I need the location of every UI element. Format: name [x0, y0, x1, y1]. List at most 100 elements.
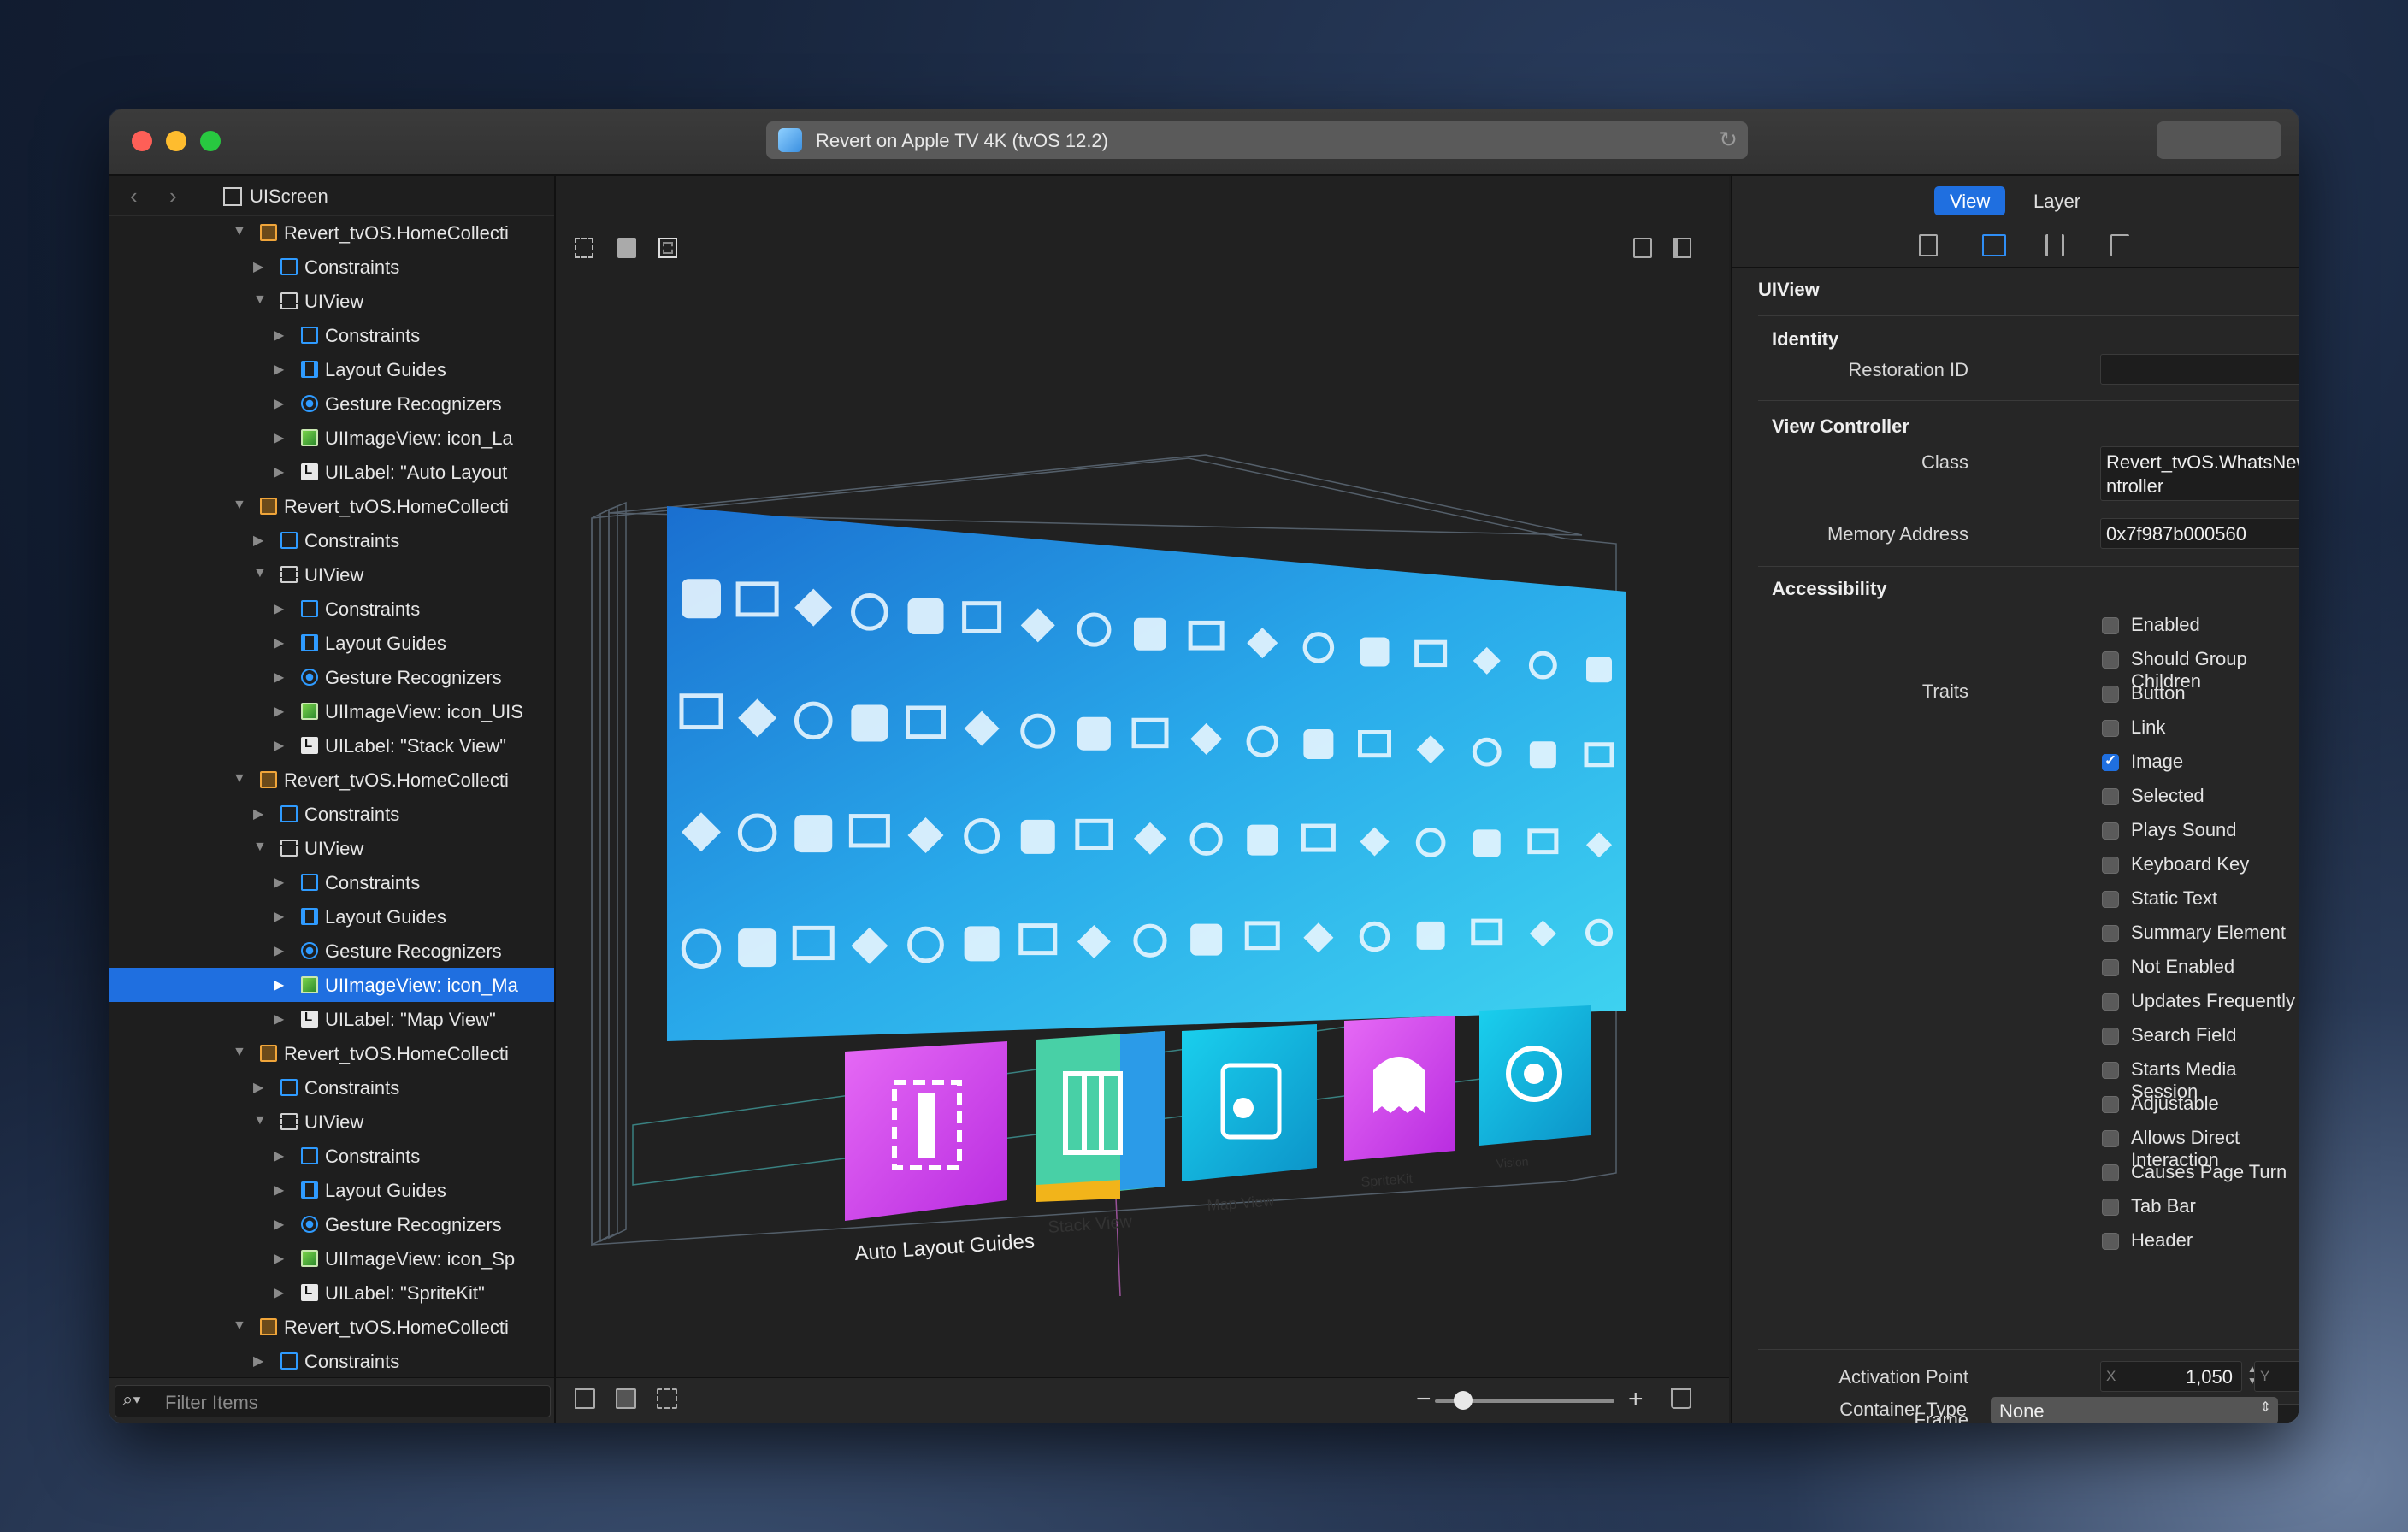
tree-row[interactable]: ▶ UILabel: "SpriteKit": [109, 1276, 554, 1310]
layout-inspector-icon[interactable]: [1982, 234, 2006, 256]
disclosure-collapsed-icon[interactable]: ▶: [274, 361, 284, 378]
export-icon[interactable]: [1671, 1388, 1691, 1409]
tree-row[interactable]: ▶ Gesture Recognizers: [109, 934, 554, 968]
trait-checkbox[interactable]: [2102, 891, 2119, 908]
trait-label[interactable]: Image: [2131, 751, 2183, 773]
tree-row[interactable]: ▼ UIView: [109, 831, 554, 865]
disclosure-expanded-icon[interactable]: ▼: [253, 566, 267, 581]
disclosure-collapsed-icon[interactable]: ▶: [274, 1181, 284, 1199]
fit-icon[interactable]: [575, 1388, 595, 1409]
class-field[interactable]: Revert_tvOS.WhatsNewViewC ontroller: [2100, 446, 2299, 501]
trait-checkbox[interactable]: [2102, 1233, 2119, 1250]
disclosure-collapsed-icon[interactable]: ▶: [253, 532, 263, 549]
target-selector[interactable]: Revert on Apple TV 4K (tvOS 12.2) ↻: [766, 121, 1748, 159]
clip-icon[interactable]: [657, 1388, 677, 1409]
disclosure-collapsed-icon[interactable]: ▶: [274, 1250, 284, 1267]
tree-row[interactable]: ▶ Constraints: [109, 797, 554, 831]
trait-label[interactable]: Tab Bar: [2131, 1195, 2196, 1217]
restoration-id-field[interactable]: [2100, 354, 2299, 385]
view-layers-scene[interactable]: Auto Layout Guides Stack View Map View S…: [556, 176, 1729, 1423]
trait-checkbox[interactable]: [2102, 1096, 2119, 1113]
disclosure-collapsed-icon[interactable]: ▶: [274, 908, 284, 925]
trait-checkbox[interactable]: [2102, 1164, 2119, 1181]
attributes-inspector-icon[interactable]: [2045, 234, 2064, 256]
trait-checkbox[interactable]: [2102, 720, 2119, 737]
tree-row[interactable]: ▶ Constraints: [109, 1070, 554, 1105]
tree-row[interactable]: ▶ Constraints: [109, 318, 554, 352]
disclosure-expanded-icon[interactable]: ▼: [233, 224, 246, 239]
disclosure-collapsed-icon[interactable]: ▶: [274, 600, 284, 617]
close-button[interactable]: [132, 131, 152, 151]
tree-row[interactable]: ▶ Constraints: [109, 523, 554, 557]
tree-row[interactable]: ▶ UIImageView: icon_La: [109, 421, 554, 455]
tree-row[interactable]: ▶ UIImageView: icon_UIS: [109, 694, 554, 728]
trait-checkbox[interactable]: [2102, 651, 2119, 669]
disclosure-expanded-icon[interactable]: ▼: [233, 1318, 246, 1334]
tree-row[interactable]: ▶ Constraints: [109, 865, 554, 899]
tree-row[interactable]: ▼ UIView: [109, 1105, 554, 1139]
disclosure-expanded-icon[interactable]: ▼: [253, 1113, 267, 1128]
tree-row[interactable]: ▼ Revert_tvOS.HomeCollecti: [109, 1310, 554, 1344]
disclosure-collapsed-icon[interactable]: ▶: [274, 1216, 284, 1233]
trait-label[interactable]: Button: [2131, 682, 2186, 704]
zoom-in-icon[interactable]: +: [1628, 1385, 1644, 1414]
disclosure-collapsed-icon[interactable]: ▶: [274, 1147, 284, 1164]
tree-row[interactable]: ▶ Gesture Recognizers: [109, 386, 554, 421]
trait-label[interactable]: Adjustable: [2131, 1093, 2219, 1115]
disclosure-collapsed-icon[interactable]: ▶: [253, 1352, 263, 1370]
tree-row[interactable]: ▼ UIView: [109, 284, 554, 318]
trait-label[interactable]: Not Enabled: [2131, 956, 2234, 978]
disclosure-collapsed-icon[interactable]: ▶: [274, 634, 284, 651]
disclosure-collapsed-icon[interactable]: ▶: [253, 258, 263, 275]
trait-label[interactable]: Selected: [2131, 785, 2204, 807]
tree-row[interactable]: ▼ Revert_tvOS.HomeCollecti: [109, 215, 554, 250]
minimize-button[interactable]: [166, 131, 186, 151]
tree-row[interactable]: ▶ Constraints: [109, 1344, 554, 1378]
disclosure-expanded-icon[interactable]: ▼: [233, 1045, 246, 1060]
disclosure-collapsed-icon[interactable]: ▶: [253, 1079, 263, 1096]
tree-row[interactable]: ▼ Revert_tvOS.HomeCollecti: [109, 763, 554, 797]
trait-label[interactable]: Enabled: [2131, 614, 2200, 636]
trait-label[interactable]: Static Text: [2131, 887, 2217, 910]
trait-checkbox[interactable]: [2102, 752, 2119, 771]
tree-row[interactable]: ▶ UILabel: "Map View": [109, 1002, 554, 1036]
view-segment[interactable]: View: [1934, 186, 2006, 215]
breadcrumb-root[interactable]: UIScreen: [250, 186, 328, 208]
disclosure-collapsed-icon[interactable]: ▶: [274, 327, 284, 344]
trait-label[interactable]: Keyboard Key: [2131, 853, 2249, 875]
tree-row[interactable]: ▶ Constraints: [109, 1139, 554, 1173]
trait-label[interactable]: Header: [2131, 1229, 2193, 1252]
tree-row[interactable]: ▶ Layout Guides: [109, 1173, 554, 1207]
zoom-out-icon[interactable]: −: [1416, 1385, 1431, 1414]
tree-row[interactable]: ▶ Gesture Recognizers: [109, 1207, 554, 1241]
reload-icon[interactable]: ↻: [1719, 127, 1738, 153]
back-icon[interactable]: ‹: [130, 183, 138, 209]
activation-y-field[interactable]: Y840: [2254, 1361, 2299, 1392]
trait-checkbox[interactable]: [2102, 857, 2119, 874]
disclosure-collapsed-icon[interactable]: ▶: [274, 463, 284, 480]
trait-checkbox[interactable]: [2102, 788, 2119, 805]
filter-input[interactable]: ⌕▾ Filter Items: [115, 1385, 551, 1417]
content-mode-icon[interactable]: [616, 1388, 636, 1409]
disclosure-expanded-icon[interactable]: ▼: [253, 292, 267, 308]
layer-segment[interactable]: Layer: [2018, 186, 2096, 215]
tree-row[interactable]: ▶ Layout Guides: [109, 899, 554, 934]
tree-row[interactable]: ▼ Revert_tvOS.HomeCollecti: [109, 1036, 554, 1070]
tree-row[interactable]: ▶ UILabel: "Auto Layout: [109, 455, 554, 489]
trait-checkbox[interactable]: [2102, 1199, 2119, 1216]
zoom-button[interactable]: [200, 131, 221, 151]
trait-label[interactable]: Search Field: [2131, 1024, 2237, 1046]
search-icon[interactable]: ⌕▾: [122, 1388, 141, 1411]
disclosure-collapsed-icon[interactable]: ▶: [274, 942, 284, 959]
activation-x-field[interactable]: X 1,050: [2100, 1361, 2242, 1392]
trait-checkbox[interactable]: [2102, 1130, 2119, 1147]
disclosure-expanded-icon[interactable]: ▼: [253, 840, 267, 855]
disclosure-expanded-icon[interactable]: ▼: [233, 771, 246, 787]
zoom-slider-knob[interactable]: [1454, 1391, 1473, 1410]
file-inspector-icon[interactable]: [1919, 234, 1938, 256]
trait-checkbox[interactable]: [2102, 993, 2119, 1011]
tree-row[interactable]: ▶ UILabel: "Stack View": [109, 728, 554, 763]
disclosure-collapsed-icon[interactable]: ▶: [274, 976, 284, 993]
disclosure-collapsed-icon[interactable]: ▶: [274, 1284, 284, 1301]
canvas-3d[interactable]: Auto Layout Guides Stack View Map View S…: [556, 176, 1729, 1423]
